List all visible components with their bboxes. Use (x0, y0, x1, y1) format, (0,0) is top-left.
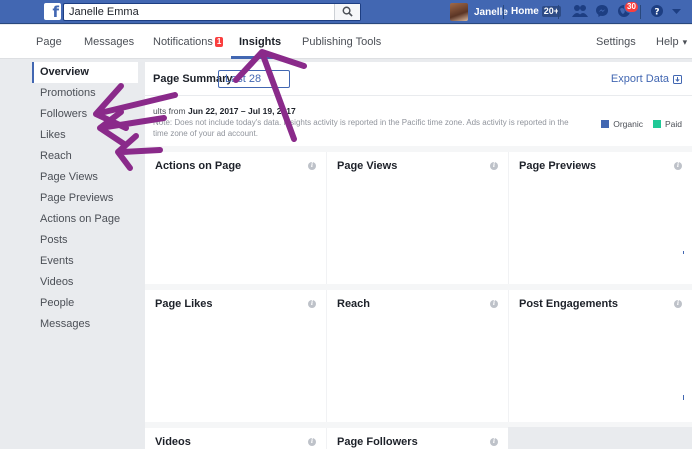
profile-link[interactable]: Janelle (450, 2, 508, 22)
sidebar-item-events[interactable]: Events (32, 251, 138, 272)
card-page-previews[interactable]: Page Previews i (509, 152, 692, 288)
sidebar-item-followers[interactable]: Followers (32, 104, 138, 125)
tab-notifications-label: Notifications (153, 36, 213, 48)
info-icon[interactable]: i (490, 438, 498, 446)
export-data-label: Export Data (610, 73, 669, 85)
card-title: Reach (337, 298, 371, 310)
home-link[interactable]: Home 20+ (511, 6, 562, 17)
card-page-likes[interactable]: Page Likes i (145, 290, 327, 426)
results-range-value: Jun 22, 2017 – Jul 19, 2017 (187, 106, 296, 116)
tab-publishing-tools[interactable]: Publishing Tools (302, 36, 381, 48)
sidebar-item-promotions[interactable]: Promotions (32, 83, 138, 104)
divider (503, 5, 504, 19)
card-title: Videos (155, 436, 191, 448)
search-icon (342, 6, 353, 17)
divider (558, 5, 559, 19)
card-title: Page Likes (155, 298, 213, 310)
notifications-count-badge: 30 (624, 1, 639, 13)
sidebar-item-actions-on-page[interactable]: Actions on Page (32, 209, 138, 230)
search-input[interactable] (64, 4, 334, 20)
home-label: Home (511, 6, 539, 17)
card-post-engagements[interactable]: Post Engagements i (509, 290, 692, 426)
chart-legend: Organic Paid (591, 119, 682, 129)
sidebar-item-messages[interactable]: Messages (32, 314, 138, 335)
card-reach[interactable]: Reach i (327, 290, 509, 426)
legend-organic: Organic (601, 119, 643, 129)
info-icon[interactable]: i (308, 300, 316, 308)
results-prefix: ults from (153, 106, 186, 116)
settings-link[interactable]: Settings (596, 36, 636, 48)
card-title: Actions on Page (155, 160, 242, 172)
results-date-range: ults from Jun 22, 2017 – Jul 19, 2017 (153, 106, 296, 116)
messenger-icon[interactable] (595, 4, 609, 18)
card-title: Page Previews (519, 160, 597, 172)
search-button[interactable] (334, 4, 360, 20)
avatar (450, 3, 468, 21)
card-title: Page Views (337, 160, 398, 172)
tab-messages[interactable]: Messages (84, 36, 134, 48)
notifications-tab-badge: 1 (214, 37, 224, 47)
help-icon[interactable]: ? (650, 4, 664, 18)
help-menu-label: Help (656, 36, 679, 48)
card-videos[interactable]: Videos i (145, 428, 327, 449)
download-icon (673, 74, 682, 84)
insights-main-panel: Page Summary Last 28 Export Data ults fr… (145, 62, 692, 449)
organic-swatch (601, 120, 610, 128)
legend-paid-label: Paid (664, 119, 682, 129)
legend-organic-label: Organic (613, 119, 643, 129)
card-title: Page Followers (337, 436, 418, 448)
card-page-views[interactable]: Page Views i (327, 152, 509, 288)
date-range-dropdown[interactable]: Last 28 (218, 70, 290, 88)
card-title: Post Engagements (519, 298, 619, 310)
page-nav-bar: Page Messages Notifications 1 Insights Pu… (0, 25, 692, 59)
insights-sidebar: Overview Promotions Followers Likes Reac… (32, 62, 138, 335)
sidebar-item-videos[interactable]: Videos (32, 272, 138, 293)
account-menu-chevron-icon[interactable] (672, 9, 681, 15)
tab-insights[interactable]: Insights (239, 36, 281, 48)
facebook-logo-icon[interactable]: f (44, 3, 61, 20)
timezone-note: Note: Does not include today's data. Ins… (153, 118, 569, 138)
empty-grid-cell (508, 427, 692, 449)
paid-swatch (652, 120, 661, 128)
help-menu[interactable]: Help ▾ (656, 36, 687, 48)
chevron-down-icon: ▾ (682, 37, 688, 47)
sidebar-item-people[interactable]: People (32, 293, 138, 314)
divider (640, 5, 641, 19)
card-page-followers[interactable]: Page Followers i (327, 428, 509, 449)
card-actions-on-page[interactable]: Actions on Page i (145, 152, 327, 288)
info-icon[interactable]: i (674, 162, 682, 170)
active-tab-indicator (231, 56, 279, 59)
sidebar-item-posts[interactable]: Posts (32, 230, 138, 251)
page-summary-header: Page Summary Last 28 Export Data (145, 62, 692, 96)
sidebar-item-page-previews[interactable]: Page Previews (32, 188, 138, 209)
svg-text:?: ? (654, 8, 659, 18)
friend-requests-icon[interactable] (572, 4, 588, 18)
sidebar-item-reach[interactable]: Reach (32, 146, 138, 167)
sidebar-item-page-views[interactable]: Page Views (32, 167, 138, 188)
chart-axis-tick (683, 395, 684, 400)
sidebar-item-overview[interactable]: Overview (32, 62, 138, 83)
info-icon[interactable]: i (490, 300, 498, 308)
tab-page[interactable]: Page (36, 36, 62, 48)
info-icon[interactable]: i (308, 162, 316, 170)
search-box (63, 3, 361, 21)
chart-axis-tick (683, 251, 684, 254)
info-icon[interactable]: i (490, 162, 498, 170)
tab-notifications[interactable]: Notifications 1 (153, 36, 224, 48)
info-icon[interactable]: i (674, 300, 682, 308)
info-icon[interactable]: i (308, 438, 316, 446)
sidebar-item-likes[interactable]: Likes (32, 125, 138, 146)
export-data-link[interactable]: Export Data (611, 73, 682, 85)
legend-paid: Paid (652, 119, 682, 129)
top-bar: f Janelle Home 20+ 30 ? (0, 0, 692, 24)
